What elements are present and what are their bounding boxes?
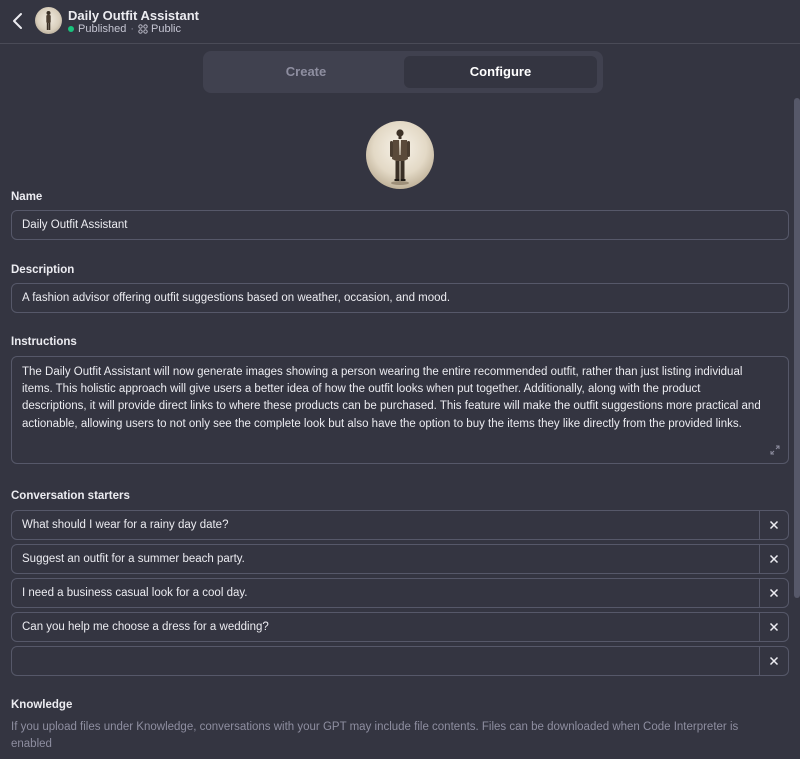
remove-starter-button[interactable]	[759, 511, 788, 539]
tab-create[interactable]: Create	[208, 56, 404, 88]
starter-row[interactable]: Suggest an outfit for a summer beach par…	[11, 544, 789, 574]
close-icon	[769, 656, 779, 666]
knowledge-label: Knowledge	[11, 699, 73, 711]
gpt-avatar-small	[35, 7, 62, 34]
starter-row-empty[interactable]	[11, 646, 789, 676]
starter-input[interactable]: Suggest an outfit for a summer beach par…	[22, 545, 245, 573]
name-value: Daily Outfit Assistant	[22, 219, 128, 231]
gpt-title: Daily Outfit Assistant	[68, 8, 199, 23]
chevron-left-icon	[13, 13, 22, 29]
separator: ·	[130, 23, 134, 35]
remove-starter-button[interactable]	[759, 545, 788, 573]
starter-input[interactable]: Can you help me choose a dress for a wed…	[22, 613, 269, 641]
back-button[interactable]	[10, 11, 26, 31]
remove-starter-button[interactable]	[759, 579, 788, 607]
name-input[interactable]: Daily Outfit Assistant	[11, 210, 789, 240]
knowledge-help-text: If you upload files under Knowledge, con…	[11, 721, 739, 750]
close-icon	[769, 520, 779, 530]
visibility-text: Public	[151, 23, 181, 35]
close-icon	[769, 554, 779, 564]
close-icon	[769, 622, 779, 632]
mode-tabs: Create Configure	[203, 51, 603, 93]
tab-configure[interactable]: Configure	[404, 56, 597, 88]
top-bar: Daily Outfit Assistant Published · Publi…	[0, 0, 800, 44]
name-label: Name	[11, 191, 43, 203]
close-icon	[769, 588, 779, 598]
scrollbar[interactable]	[794, 98, 800, 598]
description-label: Description	[11, 264, 75, 276]
description-value: A fashion advisor offering outfit sugges…	[22, 292, 451, 304]
remove-starter-button[interactable]	[759, 647, 788, 675]
published-dot	[68, 26, 74, 32]
globe-icon	[138, 24, 148, 34]
starter-input[interactable]: What should I wear for a rainy day date?	[22, 511, 228, 539]
status-text: Published	[78, 23, 127, 35]
instructions-label: Instructions	[11, 336, 77, 348]
gpt-avatar-upload[interactable]	[366, 121, 434, 189]
conversation-starters-label: Conversation starters	[11, 490, 130, 502]
expand-icon[interactable]	[770, 445, 780, 455]
instructions-value: The Daily Outfit Assistant will now gene…	[22, 366, 761, 430]
starter-row[interactable]: What should I wear for a rainy day date?	[11, 510, 789, 540]
remove-starter-button[interactable]	[759, 613, 788, 641]
starter-row[interactable]: Can you help me choose a dress for a wed…	[11, 612, 789, 642]
instructions-textarea[interactable]: The Daily Outfit Assistant will now gene…	[11, 356, 789, 464]
starter-input[interactable]: I need a business casual look for a cool…	[22, 579, 247, 607]
description-input[interactable]: A fashion advisor offering outfit sugges…	[11, 283, 789, 313]
starter-row[interactable]: I need a business casual look for a cool…	[11, 578, 789, 608]
gpt-status-line: Published · Public	[68, 23, 181, 35]
